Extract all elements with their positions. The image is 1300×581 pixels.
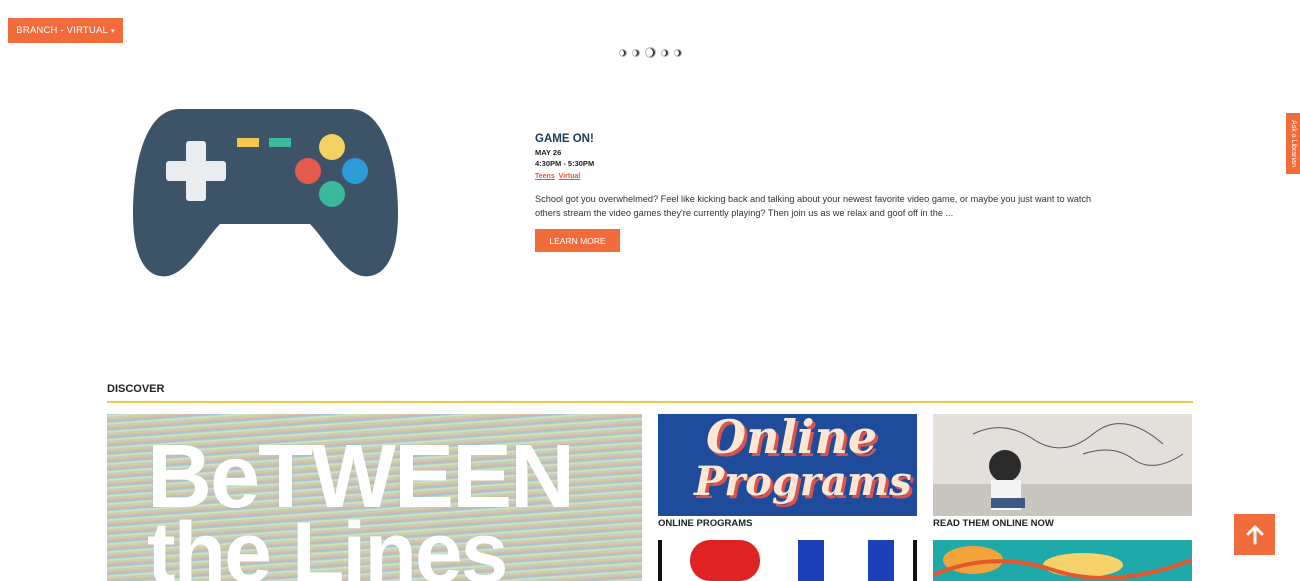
scroll-to-top-button[interactable] [1234, 514, 1275, 555]
reading-boy-illustration [933, 423, 1192, 516]
event-time: 4:30PM - 5:30PM [535, 159, 595, 168]
discover-tile-5[interactable] [933, 540, 1192, 581]
branch-dropdown-label: BRANCH - VIRTUAL [16, 25, 108, 36]
discover-divider [107, 401, 1193, 403]
event-title: GAME ON! [535, 133, 594, 145]
tile-artwork [933, 546, 1192, 580]
arrow-up-icon [1246, 525, 1263, 544]
discover-tile-read-online[interactable] [933, 414, 1192, 516]
event-description: School got you overwhelmed? Feel like ki… [535, 194, 1092, 218]
discover-tile-between-the-lines[interactable]: BeTWEEN the Lines [107, 414, 642, 581]
carousel-pagination [619, 47, 682, 58]
tile-caption-online-programs[interactable]: ONLINE PROGRAMS [658, 518, 752, 529]
tag-teens[interactable]: Teens [535, 173, 555, 180]
carousel-dot[interactable] [632, 48, 640, 57]
chevron-down-icon: ▾ [111, 27, 115, 35]
tile-artwork [690, 540, 894, 581]
tile-art-text: Online [706, 414, 878, 464]
tile-art-text: Programs [694, 458, 912, 505]
event-date: MAY 26 [535, 148, 562, 157]
learn-more-button[interactable]: LEARN MORE [535, 229, 620, 252]
event-tags: Teens Virtual [535, 173, 582, 180]
branch-dropdown-button[interactable]: BRANCH - VIRTUAL ▾ [8, 18, 123, 43]
ask-a-librarian-tab[interactable]: Ask a Librarian [1286, 113, 1300, 174]
gamepad-icon [133, 109, 398, 277]
carousel-dot[interactable] [674, 48, 682, 57]
discover-tile-4[interactable] [658, 540, 917, 581]
discover-tile-online-programs[interactable]: Online Programs [658, 414, 917, 516]
carousel-dot[interactable] [661, 48, 669, 57]
tile-art-text: the Lines [147, 505, 509, 581]
tile-caption-read-online[interactable]: READ THEM ONLINE NOW [933, 518, 1054, 529]
carousel-dot[interactable] [619, 48, 627, 57]
tag-virtual[interactable]: Virtual [559, 173, 581, 180]
carousel-dot-active[interactable] [645, 47, 656, 58]
discover-heading: DISCOVER [107, 383, 165, 395]
ask-a-librarian-label: Ask a Librarian [1289, 120, 1297, 167]
